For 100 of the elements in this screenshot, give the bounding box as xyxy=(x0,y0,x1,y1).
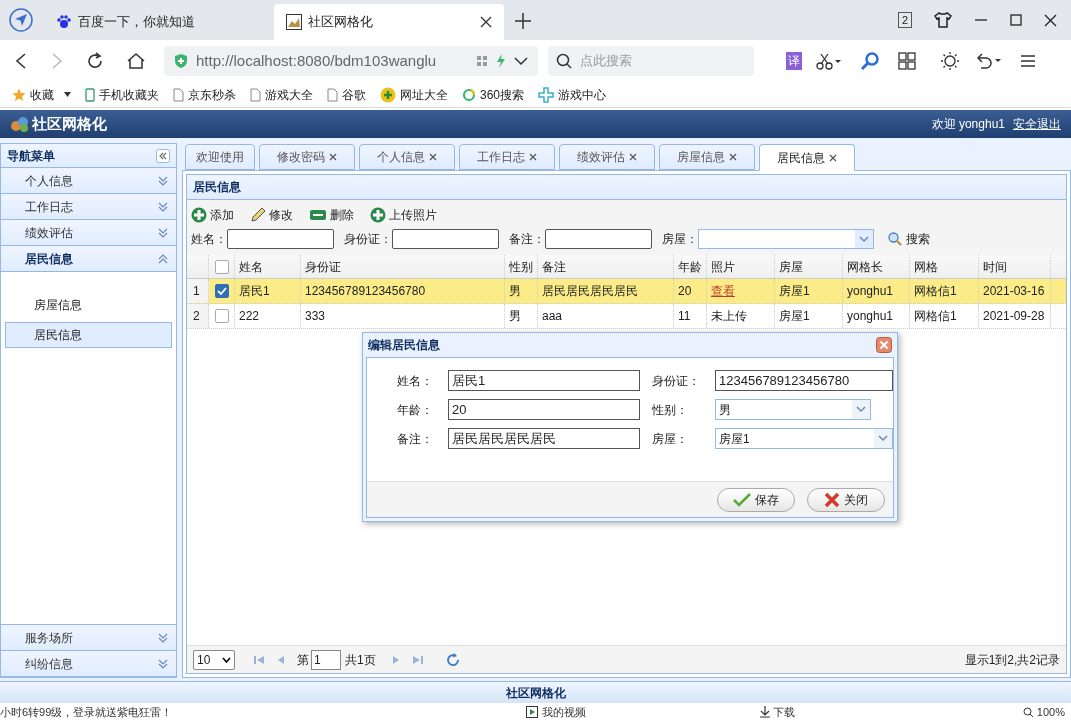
back-icon[interactable] xyxy=(14,52,28,70)
bookmark-item[interactable]: 手机收藏夹 xyxy=(85,85,159,104)
tab[interactable]: 工作日志 xyxy=(459,144,555,170)
toolbar-button[interactable]: 上传照片 xyxy=(370,205,437,224)
tab[interactable]: 绩效评估 xyxy=(559,144,655,170)
dropdown[interactable]: 房屋1 xyxy=(715,428,893,449)
grid-icon[interactable] xyxy=(898,52,916,70)
menu-icon[interactable] xyxy=(1020,54,1036,68)
bookmark-item[interactable]: 360搜索 xyxy=(462,85,525,104)
page-size-select[interactable]: 10 xyxy=(193,649,235,670)
photo-link[interactable]: 查看 xyxy=(711,282,735,300)
tab[interactable]: 房屋信息 xyxy=(659,144,755,170)
logout-link[interactable]: 安全退出 xyxy=(1013,115,1061,133)
close-tab-icon[interactable] xyxy=(529,153,537,161)
address-bar[interactable]: http://localhost:8080/bdm103wanglu xyxy=(164,46,538,76)
close-tab-icon[interactable] xyxy=(829,153,837,162)
chevron-down-icon[interactable] xyxy=(514,56,528,66)
bookmark-item[interactable]: 游戏中心 xyxy=(538,85,607,104)
refresh-icon[interactable] xyxy=(445,652,460,667)
zoom-button[interactable]: 100% xyxy=(1022,703,1065,721)
column-header[interactable]: 网格长 xyxy=(843,255,910,278)
close-tab-icon[interactable] xyxy=(729,153,737,161)
text-input[interactable] xyxy=(227,229,334,249)
column-header[interactable]: 网格 xyxy=(910,255,979,278)
accordion-header[interactable]: 工作日志 xyxy=(1,194,176,220)
collapse-button[interactable] xyxy=(156,148,170,163)
bookmark-item[interactable]: 收藏 xyxy=(12,85,71,104)
toolbar-button[interactable]: 添加 xyxy=(191,205,234,224)
accordion-header[interactable]: 绩效评估 xyxy=(1,220,176,246)
bookmark-item[interactable]: 京东秒杀 xyxy=(173,85,236,104)
home-icon[interactable] xyxy=(126,52,146,70)
navigation-icon[interactable] xyxy=(8,7,34,33)
collapse-icon[interactable] xyxy=(158,253,168,264)
download-button[interactable]: 下载 xyxy=(760,703,796,721)
search-button[interactable]: 搜索 xyxy=(888,230,930,248)
expand-icon[interactable] xyxy=(158,175,168,186)
new-tab-icon[interactable] xyxy=(514,12,532,30)
search-input[interactable]: 点此搜索 xyxy=(580,51,740,71)
text-input[interactable] xyxy=(545,229,652,249)
sun-icon[interactable] xyxy=(940,51,960,71)
magnifier-icon[interactable] xyxy=(860,51,880,71)
expand-icon[interactable] xyxy=(158,658,168,669)
caret-icon xyxy=(64,92,71,97)
search-field[interactable]: 点此搜索 xyxy=(548,46,754,76)
nav-item[interactable]: 居民信息 xyxy=(5,322,172,348)
maximize-icon[interactable] xyxy=(1010,14,1022,26)
undo-icon[interactable] xyxy=(974,52,1002,70)
browser-tab[interactable]: 社区网格化 xyxy=(274,4,504,40)
accordion-header[interactable]: 个人信息 xyxy=(1,168,176,194)
reload-icon[interactable] xyxy=(86,52,104,70)
tab[interactable]: 个人信息 xyxy=(359,144,455,170)
dialog-button[interactable]: 保存 xyxy=(717,487,795,512)
text-input[interactable]: 123456789123456780 xyxy=(715,370,893,391)
expand-icon[interactable] xyxy=(158,227,168,238)
column-header[interactable]: 备注 xyxy=(538,255,674,278)
translate-button[interactable]: 译 xyxy=(786,52,802,70)
accordion-header[interactable]: 服务场所 xyxy=(1,625,176,651)
dialog-button[interactable]: 关闭 xyxy=(807,487,885,512)
shirt-icon[interactable] xyxy=(934,12,952,28)
accordion-header[interactable]: 居民信息 xyxy=(1,246,176,272)
close-tab-icon[interactable] xyxy=(429,153,437,161)
dropdown[interactable]: 男 xyxy=(715,399,871,420)
table-row[interactable]: 1 居民1 123456789123456780 男 居民居民居民居民 20 查看 房屋1 yonghu1 网格信1 2021-03-16 xyxy=(187,279,1066,304)
text-input[interactable]: 居民1 xyxy=(448,370,640,391)
table-row[interactable]: 2 222 333 男 aaa 11 未上传 房屋1 yonghu1 网格信1 2021-09-28 xyxy=(187,304,1066,329)
bookmark-item[interactable]: 谷歌 xyxy=(327,85,366,104)
accordion-header[interactable]: 纠纷信息 xyxy=(1,651,176,677)
tab[interactable]: 修改密码 xyxy=(259,144,355,170)
scissors-icon[interactable] xyxy=(816,52,842,70)
tab[interactable]: 欢迎使用 xyxy=(185,144,255,170)
text-input[interactable]: 居民居民居民居民 xyxy=(448,428,640,449)
column-header[interactable]: 年龄 xyxy=(674,255,707,278)
close-tab-icon[interactable] xyxy=(329,153,337,161)
table-cell-text: aaa xyxy=(542,308,563,325)
bookmark-item[interactable]: 游戏大全 xyxy=(250,85,313,104)
column-header[interactable]: 房屋 xyxy=(775,255,843,278)
bookmark-item[interactable]: 网址大全 xyxy=(380,85,448,104)
tab[interactable]: 居民信息 xyxy=(759,144,855,171)
toolbar-button[interactable]: 删除 xyxy=(309,205,354,224)
browser-tab[interactable]: 百度一下，你就知道 xyxy=(44,4,274,40)
column-header[interactable]: 时间 xyxy=(979,255,1051,278)
text-input[interactable]: 20 xyxy=(448,399,640,420)
expand-icon[interactable] xyxy=(158,632,168,643)
nav-item[interactable]: 房屋信息 xyxy=(5,292,172,318)
column-header[interactable]: 照片 xyxy=(707,255,775,278)
column-header[interactable]: 身份证 xyxy=(301,255,505,278)
expand-icon[interactable] xyxy=(158,201,168,212)
page-input[interactable]: 1 xyxy=(311,649,341,670)
video-button[interactable]: 我的视频 xyxy=(526,703,587,721)
tab-count[interactable]: 2 xyxy=(897,12,912,28)
checkbox[interactable] xyxy=(214,309,229,323)
checkbox[interactable] xyxy=(214,259,229,274)
column-header[interactable]: 姓名 xyxy=(235,255,301,278)
checkbox[interactable] xyxy=(214,284,229,298)
close-tab-icon[interactable] xyxy=(480,16,492,28)
text-input[interactable] xyxy=(392,229,499,249)
close-icon[interactable] xyxy=(1044,13,1057,27)
close-tab-icon[interactable] xyxy=(629,153,637,161)
column-header[interactable]: 性别 xyxy=(505,255,538,278)
toolbar-button[interactable]: 修改 xyxy=(250,205,293,224)
